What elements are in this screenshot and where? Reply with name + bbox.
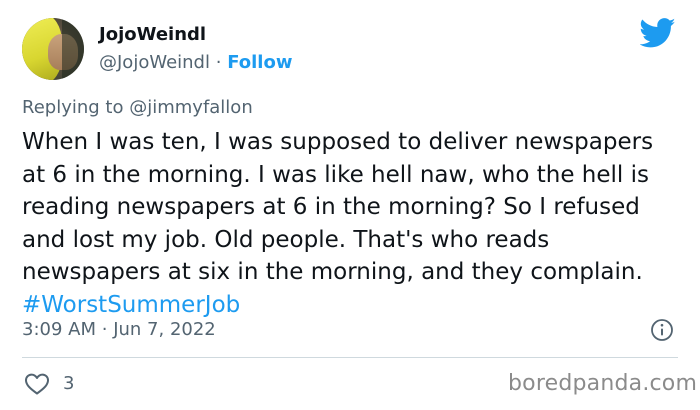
tweet-body: When I was ten, I was supposed to delive… — [22, 129, 654, 286]
tweet-time: 3:09 AM — [22, 319, 96, 340]
reply-context: Replying to @jimmyfallon — [22, 97, 253, 118]
handle-separator: · — [215, 52, 222, 73]
tweet-text: When I was ten, I was supposed to delive… — [22, 126, 682, 322]
reply-prefix: Replying to — [22, 97, 124, 118]
info-icon[interactable] — [650, 318, 674, 342]
hashtag-link[interactable]: #WorstSummerJob — [22, 292, 240, 318]
user-handle[interactable]: @JojoWeindl — [99, 52, 210, 73]
avatar[interactable] — [22, 18, 84, 80]
follow-button[interactable]: Follow — [227, 52, 292, 73]
display-name[interactable]: JojoWeindl — [99, 24, 206, 45]
timestamp-row[interactable]: 3:09 AM · Jun 7, 2022 — [22, 319, 216, 340]
avatar-shadow — [62, 18, 84, 80]
watermark: boredpanda.com — [508, 371, 698, 396]
reply-to-handle[interactable]: @jimmyfallon — [129, 97, 253, 118]
tweet-card: JojoWeindl @JojoWeindl · Follow Replying… — [0, 0, 700, 410]
tweet-date: Jun 7, 2022 — [113, 319, 216, 340]
like-count: 3 — [63, 373, 75, 394]
heart-icon[interactable] — [24, 372, 50, 396]
twitter-bird-icon[interactable] — [640, 18, 676, 48]
timestamp-separator: · — [101, 319, 108, 340]
handle-row: @JojoWeindl · Follow — [99, 52, 292, 73]
divider — [22, 357, 678, 358]
